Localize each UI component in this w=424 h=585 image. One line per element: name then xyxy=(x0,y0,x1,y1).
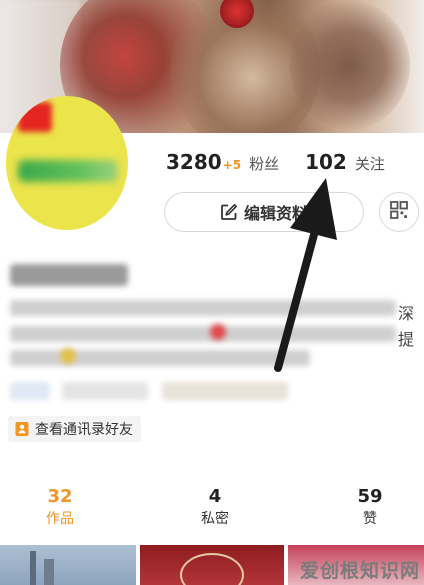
bio-emoji-2-redacted xyxy=(60,348,76,364)
profile-tabs: 32 作品 4 私密 59 赞 xyxy=(0,486,424,532)
tag-chip-2 xyxy=(62,382,148,400)
bio-side-char-2: 提 xyxy=(398,330,415,349)
tab-private-label: 私密 xyxy=(201,511,229,527)
bio-line-1-redacted xyxy=(10,300,396,316)
fans-label[interactable]: 粉丝 xyxy=(249,153,279,174)
qr-code-button[interactable] xyxy=(379,192,419,232)
tab-private[interactable]: 4 私密 xyxy=(155,486,275,530)
tab-likes-label: 赞 xyxy=(363,511,377,527)
tab-works[interactable]: 32 作品 xyxy=(0,486,120,530)
following-count[interactable]: 102 xyxy=(305,150,347,174)
avatar[interactable] xyxy=(6,96,128,230)
tab-works-label: 作品 xyxy=(46,511,74,527)
contacts-friends-button[interactable]: 查看通讯录好友 xyxy=(8,416,141,442)
bio-line-2-redacted xyxy=(10,326,396,342)
contacts-icon xyxy=(14,421,30,437)
edit-profile-button[interactable]: 编辑资料 xyxy=(164,192,364,232)
bio-line-3-redacted xyxy=(10,350,310,366)
fans-count[interactable]: 3280 xyxy=(166,150,222,174)
post-thumbnail-1[interactable] xyxy=(0,545,136,585)
edit-profile-label: 编辑资料 xyxy=(243,204,308,223)
tab-private-count: 4 xyxy=(208,486,222,507)
tag-chip-3 xyxy=(162,382,288,400)
fans-delta: +5 xyxy=(222,158,242,172)
tab-likes[interactable]: 59 赞 xyxy=(310,486,424,530)
watermark-text: 爱创根知识网 xyxy=(299,560,420,582)
bio-emoji-redacted xyxy=(210,324,226,340)
qr-code-icon xyxy=(390,201,408,223)
tab-likes-count: 59 xyxy=(357,486,383,507)
bio-side-char-1: 深 xyxy=(398,304,415,323)
contacts-label: 查看通讯录好友 xyxy=(35,422,133,438)
post-thumbnail-2[interactable] xyxy=(140,545,284,585)
edit-icon xyxy=(220,203,238,221)
tag-chip-1 xyxy=(10,382,50,400)
profile-stats: 3280 +5 粉丝 102 关注 xyxy=(166,150,385,178)
following-label[interactable]: 关注 xyxy=(355,153,385,174)
nickname-redacted xyxy=(10,264,128,286)
tab-works-count: 32 xyxy=(47,486,73,507)
